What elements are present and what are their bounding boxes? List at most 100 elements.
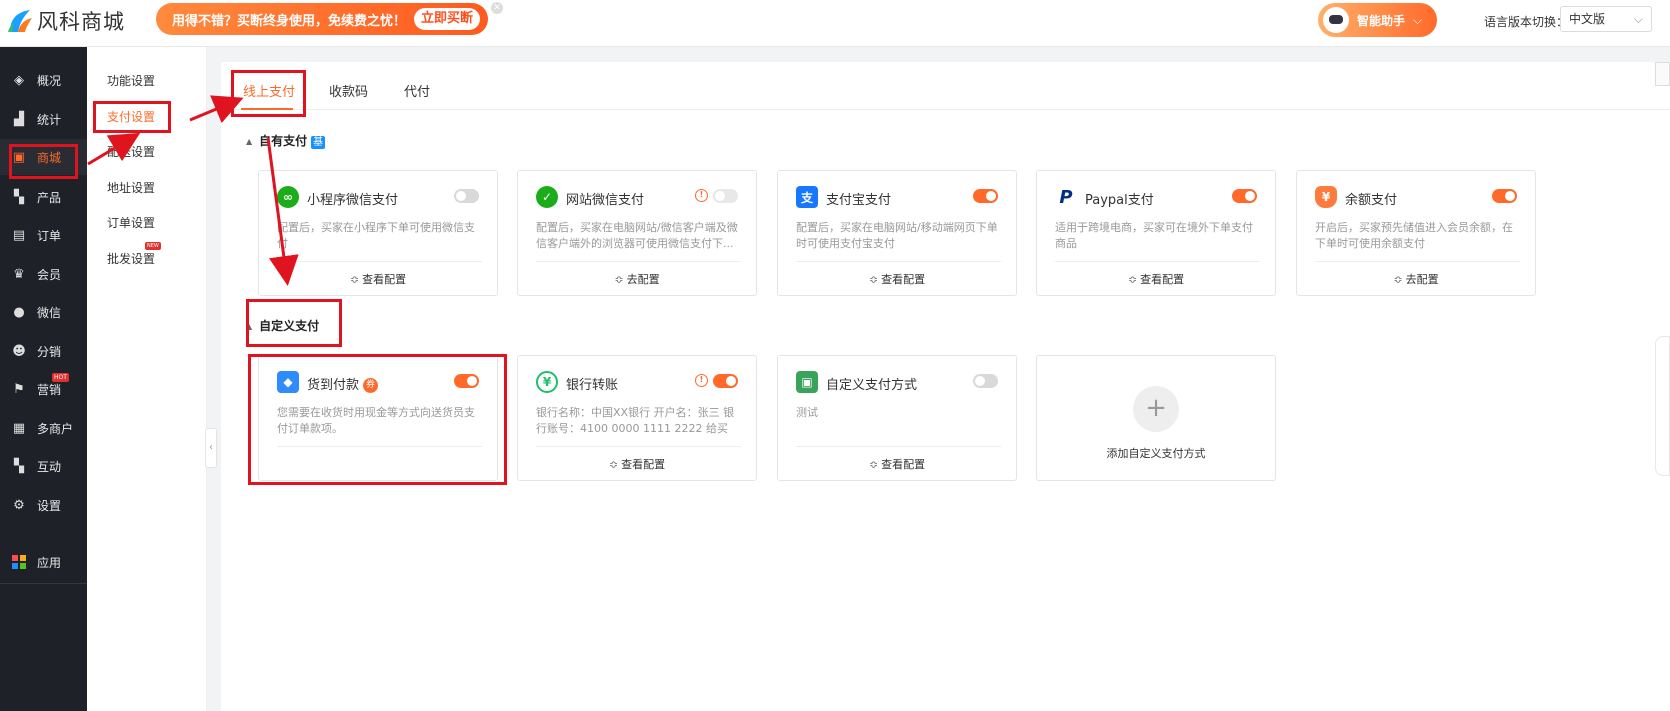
- crown-icon: ♛: [13, 266, 25, 282]
- sidebar-item-orders[interactable]: ▤ 订单: [0, 217, 87, 253]
- sidebar-item-label: 统计: [37, 112, 62, 127]
- enable-toggle[interactable]: [713, 374, 738, 388]
- enable-toggle[interactable]: [973, 374, 998, 388]
- balance-icon: ¥: [1315, 186, 1337, 208]
- card-description: 银行名称：中国XX银行 开户名：张三 银行账号：4100 0000 1111 2…: [536, 406, 735, 435]
- sidebar-item-wechat[interactable]: ● 微信: [0, 294, 87, 330]
- configure-button[interactable]: ≎ 去配置: [1297, 271, 1535, 287]
- logo[interactable]: 风科商城: [6, 6, 125, 36]
- sidebar-item-label: 应用: [37, 555, 62, 570]
- card-title: 小程序微信支付: [307, 193, 399, 208]
- switch-icon: ≎: [1393, 273, 1403, 286]
- sidebar-item-label: 设置: [37, 498, 62, 513]
- divider: [277, 261, 482, 262]
- buyout-button[interactable]: 立即买断: [414, 8, 480, 30]
- card-title: 支付宝支付: [826, 193, 892, 208]
- language-select[interactable]: 中文版 ⌵: [1560, 6, 1652, 32]
- promo-text: 用得不错？买断终身使用，免续费之忧！: [172, 13, 407, 29]
- wechat-icon: ●: [13, 304, 25, 320]
- tab-payment-code[interactable]: 收款码: [329, 81, 368, 100]
- mini-program-icon: ∞: [277, 186, 299, 208]
- sidebar-item-stats[interactable]: ▟ 统计: [0, 101, 87, 137]
- sidebar-item-products[interactable]: ▚ 产品: [0, 179, 87, 215]
- card-title: 余额支付: [1345, 193, 1398, 208]
- sidebar-item-interact[interactable]: ▚ 互动: [0, 448, 87, 484]
- view-config-button[interactable]: ≎ 查看配置: [1037, 271, 1275, 287]
- sidebar-item-label: 营销: [37, 382, 62, 397]
- sidebar-item-multistore[interactable]: ▦ 多商户: [0, 410, 87, 446]
- enable-toggle[interactable]: [1492, 189, 1517, 203]
- chevron-down-icon: ⌵: [1413, 12, 1423, 27]
- assistant-button[interactable]: 智能助手 ⌵: [1318, 3, 1437, 37]
- enable-toggle[interactable]: [454, 189, 479, 203]
- subnav-item-wholesale[interactable]: 批发设置 NEW: [107, 242, 161, 267]
- sidebar-item-overview[interactable]: ◈ 概况: [0, 62, 87, 98]
- subnav-item-order[interactable]: 订单设置: [107, 214, 155, 231]
- logo-text: 风科商城: [37, 10, 125, 34]
- subnav-item-function[interactable]: 功能设置: [107, 72, 155, 89]
- layers-icon: ◈: [14, 72, 24, 88]
- action-label: 查看配置: [1140, 273, 1185, 286]
- language-label: 语言版本切换：: [1484, 15, 1569, 29]
- chart-icon: ▟: [14, 111, 24, 127]
- apps-icon: [11, 554, 27, 570]
- view-config-button[interactable]: ≎ 查看配置: [259, 271, 497, 287]
- close-icon[interactable]: ✕: [491, 2, 503, 14]
- payment-card-custom-method: ▣ 自定义支付方式 测试 ≎ 查看配置: [777, 355, 1017, 481]
- sidebar-item-marketing[interactable]: ⚑ 营销 HOT: [0, 371, 87, 407]
- robot-icon: [1323, 7, 1349, 33]
- view-config-button[interactable]: ≎ 查看配置: [778, 456, 1016, 472]
- promo-banner[interactable]: 用得不错？买断终身使用，免续费之忧！ 立即买断: [156, 3, 488, 35]
- sidebar-item-distribution[interactable]: ☻ 分销: [0, 333, 87, 369]
- payment-card-bank-transfer: ¥ 银行转账 ! 银行名称：中国XX银行 开户名：张三 银行账号：4100 00…: [517, 355, 757, 481]
- highlight-box-shop: [9, 144, 78, 179]
- highlight-box-cod-card: [248, 354, 507, 485]
- add-custom-payment-label: 添加自定义支付方式: [1106, 447, 1206, 460]
- sidebar-item-label: 会员: [37, 267, 62, 282]
- payment-card-paypal: P Paypal支付 适用于跨境电商，买家可在境外下单支付商品 ≎ 查看配置: [1036, 170, 1276, 296]
- switch-icon: ≎: [1127, 273, 1138, 286]
- sub-navigation: 功能设置 支付设置 配送设置 地址设置 订单设置 批发设置 NEW: [87, 47, 207, 711]
- interact-icon: ▚: [14, 458, 24, 474]
- flag-icon: ⚑: [13, 381, 25, 397]
- basic-tag: 基: [311, 136, 326, 149]
- custom-pay-icon: ▣: [796, 371, 818, 393]
- warning-icon[interactable]: !: [695, 189, 708, 202]
- enable-toggle[interactable]: [713, 189, 738, 203]
- tab-proxy-payment[interactable]: 代付: [404, 81, 430, 100]
- subnav-item-address[interactable]: 地址设置: [107, 179, 155, 196]
- user-share-icon: ☻: [12, 343, 26, 359]
- configure-button[interactable]: ≎ 去配置: [518, 271, 756, 287]
- view-config-button[interactable]: ≎ 查看配置: [778, 271, 1016, 287]
- card-title: 自定义支付方式: [826, 378, 918, 393]
- sidebar-item-settings[interactable]: ⚙ 设置: [0, 487, 87, 523]
- warning-icon[interactable]: !: [695, 374, 708, 387]
- action-label: 查看配置: [621, 458, 666, 471]
- switch-icon: ≎: [868, 458, 879, 471]
- sidebar-item-apps[interactable]: 应用: [0, 544, 87, 580]
- sidebar-item-label: 互动: [37, 459, 62, 474]
- bank-transfer-icon: ¥: [536, 371, 558, 393]
- card-description: 配置后，买家在小程序下单可使用微信支付: [277, 221, 475, 250]
- add-custom-payment-card[interactable]: + 添加自定义支付方式: [1036, 355, 1276, 481]
- own-payment-section-title[interactable]: ▲ 自有支付基: [246, 132, 326, 149]
- scrollbar[interactable]: [1655, 62, 1670, 86]
- language-value: 中文版: [1569, 12, 1606, 26]
- top-bar: 风科商城 用得不错？买断终身使用，免续费之忧！ 立即买断 ✕ 智能助手 ⌵ 语言…: [0, 0, 1670, 47]
- highlight-box-payment-settings: [93, 101, 171, 133]
- enable-toggle[interactable]: [973, 189, 998, 203]
- logo-icon: [6, 8, 34, 34]
- sidebar-item-label: 产品: [37, 190, 62, 205]
- card-description: 配置后，买家在电脑网站/微信客户端及微信客户端外的浏览器可使用微信支付下...: [536, 221, 738, 250]
- sidebar-item-members[interactable]: ♛ 会员: [0, 256, 87, 292]
- right-side-handle[interactable]: [1655, 336, 1670, 476]
- card-title: Paypal支付: [1085, 193, 1154, 208]
- sidebar-item-label: 订单: [37, 228, 62, 243]
- view-config-button[interactable]: ≎ 查看配置: [518, 456, 756, 472]
- enable-toggle[interactable]: [1232, 189, 1257, 203]
- card-description: 开启后，买家预先储值进入会员余额，在下单时可使用余额支付: [1315, 221, 1513, 250]
- payment-card-balance: ¥ 余额支付 开启后，买家预先储值进入会员余额，在下单时可使用余额支付 ≎ 去配置: [1296, 170, 1536, 296]
- subnav-item-delivery[interactable]: 配送设置: [107, 143, 155, 160]
- paypal-icon: P: [1055, 186, 1077, 208]
- collapse-handle[interactable]: ‹: [205, 428, 217, 468]
